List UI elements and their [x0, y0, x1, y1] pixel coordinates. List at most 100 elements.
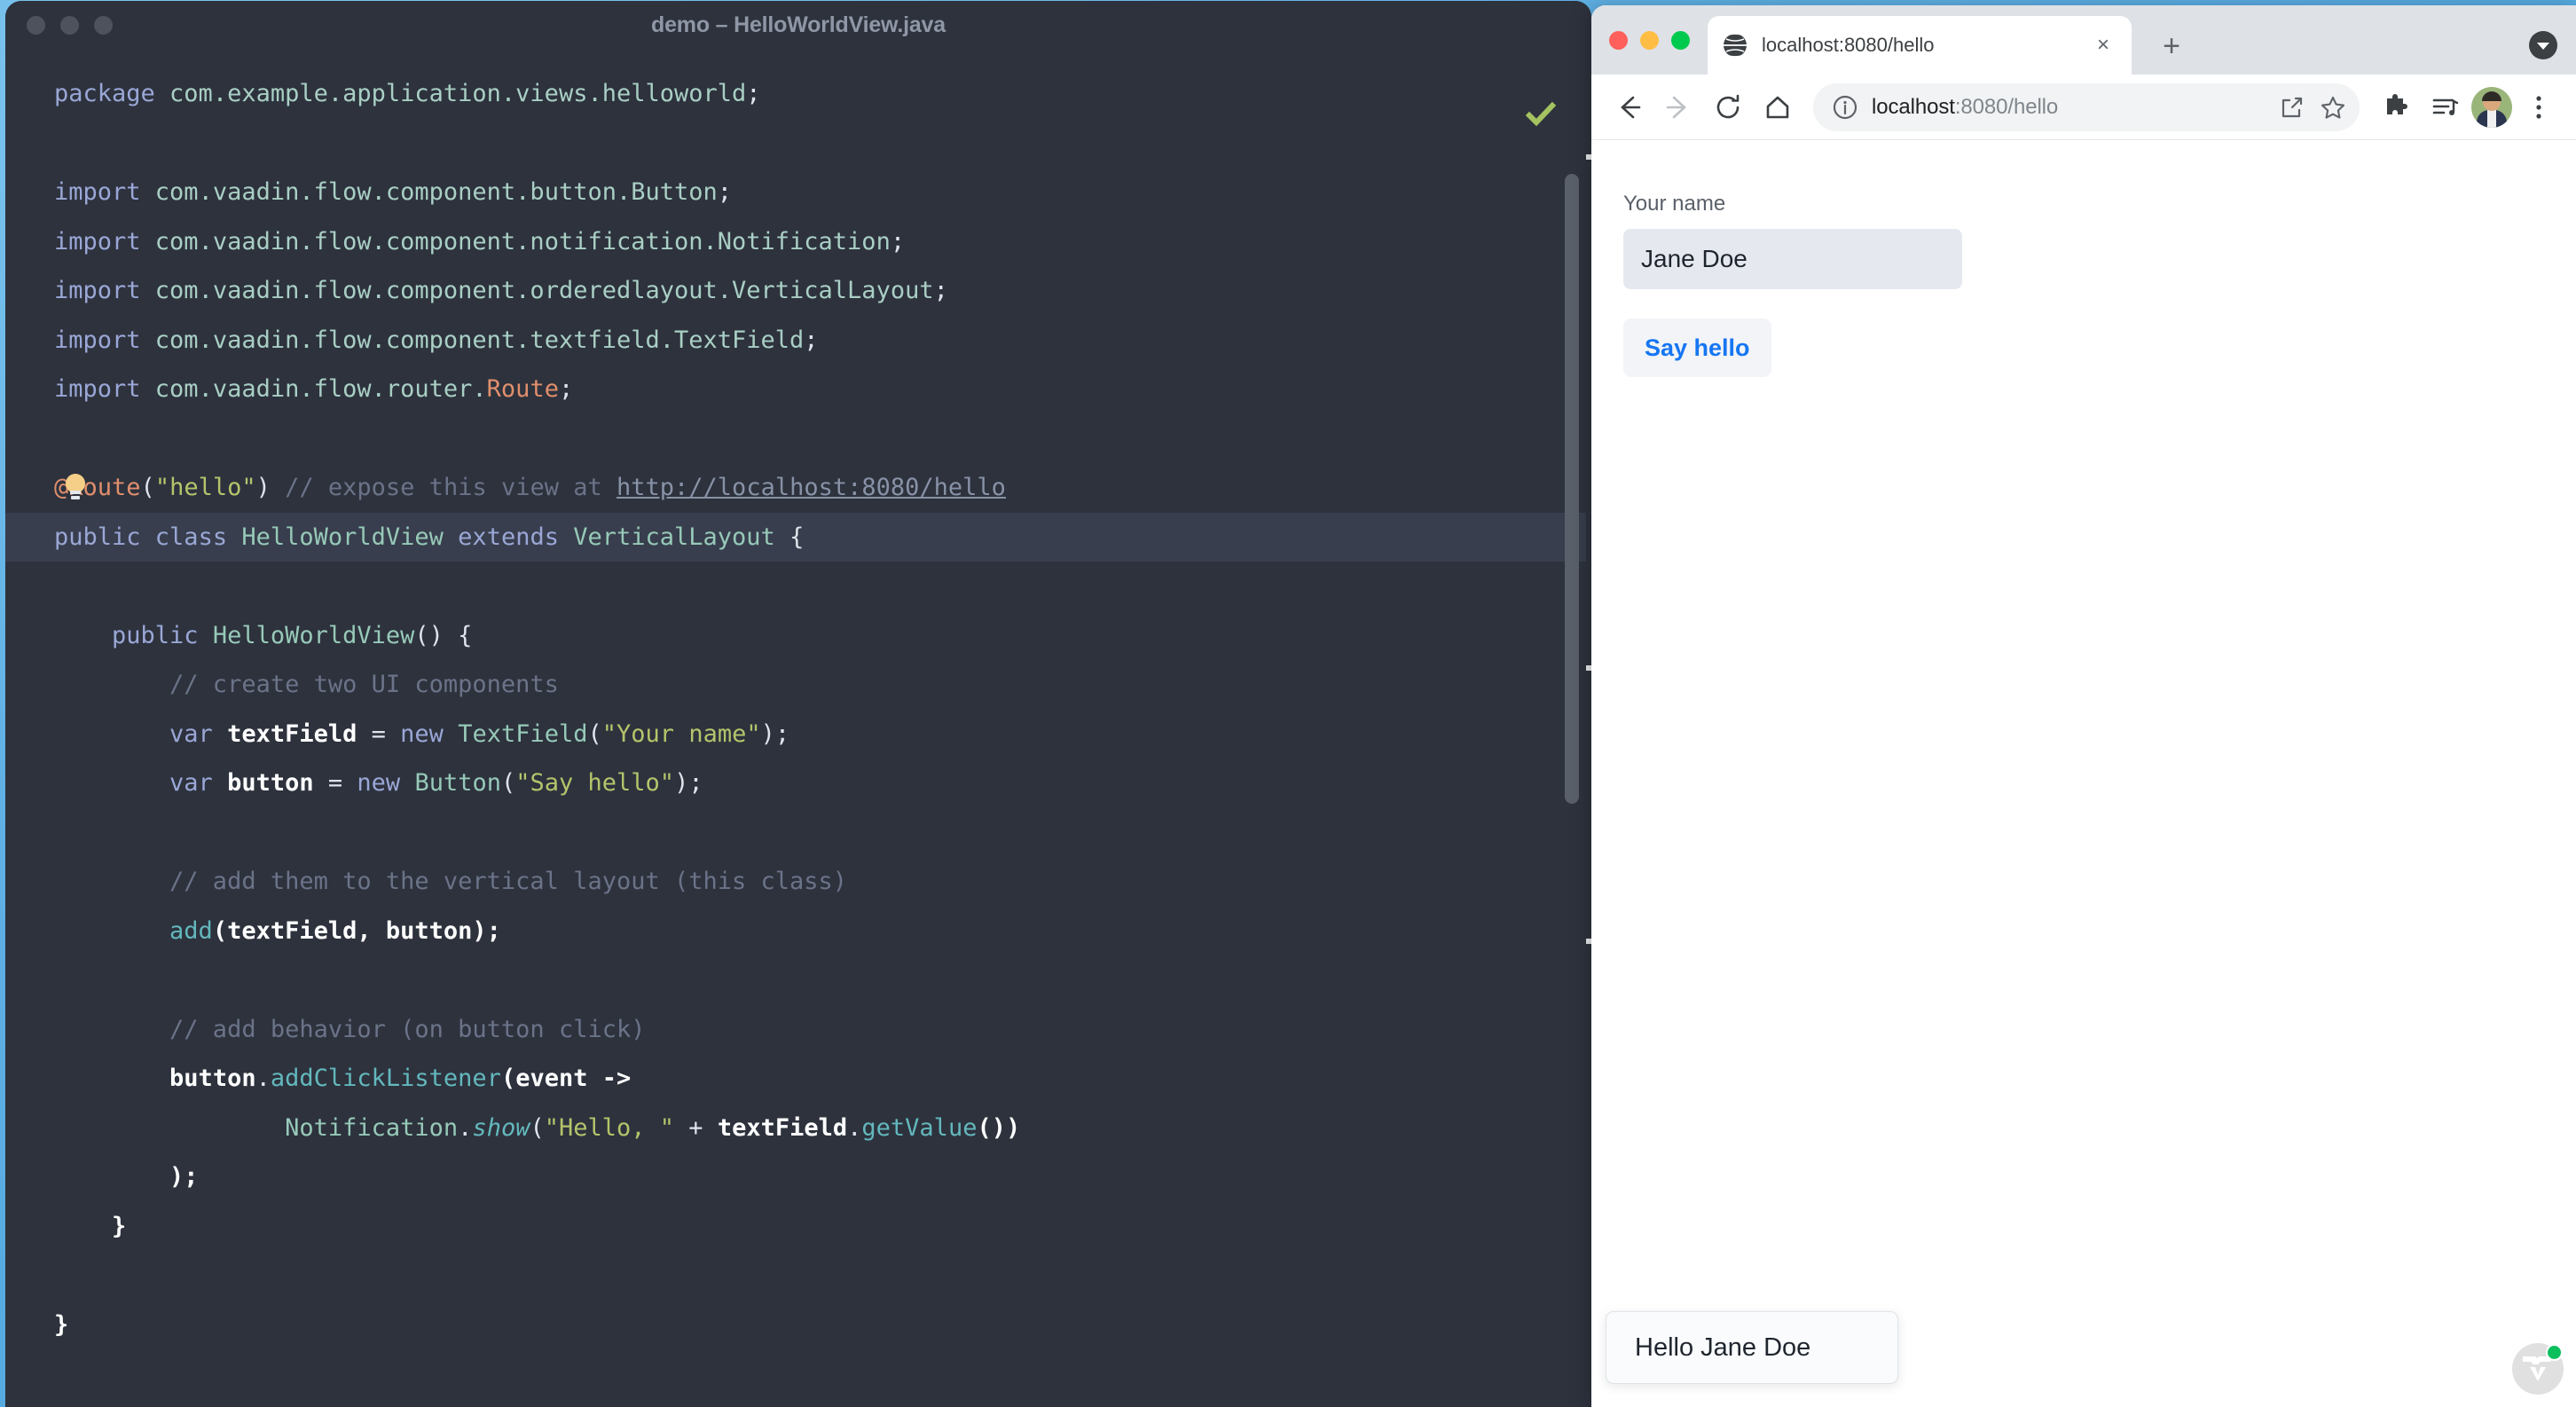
user-avatar[interactable]	[2471, 86, 2512, 128]
code-line[interactable]: button.addClickListener(event ->	[5, 1054, 1591, 1104]
code-line[interactable]: import com.vaadin.flow.component.ordered…	[5, 266, 1591, 316]
browser-tabstrip: localhost:8080/hello × +	[1591, 5, 2576, 75]
code-line[interactable]	[5, 562, 1591, 611]
code-line[interactable]: var button = new Button("Say hello");	[5, 759, 1591, 808]
code-token: )	[255, 474, 271, 501]
three-dot-menu-icon[interactable]	[2516, 84, 2562, 130]
chevron-down-circle-icon[interactable]	[2526, 28, 2560, 62]
code-content[interactable]: package com.example.application.views.he…	[5, 50, 1591, 1349]
code-token: public	[54, 621, 213, 649]
code-line[interactable]: // add behavior (on button click)	[5, 1005, 1591, 1055]
star-icon[interactable]	[2319, 93, 2347, 122]
code-line[interactable]	[5, 1251, 1591, 1301]
code-line[interactable]	[5, 955, 1591, 1005]
code-line[interactable]: package com.example.application.views.he…	[5, 69, 1591, 119]
info-circle-icon[interactable]	[1831, 93, 1859, 122]
code-token: VerticalLayout	[573, 523, 775, 551]
code-line[interactable]: // create two UI components	[5, 660, 1591, 710]
name-input[interactable]: Jane Doe	[1623, 229, 1962, 289]
browser-tab[interactable]: localhost:8080/hello ×	[1708, 16, 2132, 75]
globe-icon	[1716, 32, 1754, 59]
code-token: textField	[717, 1113, 848, 1142]
url-path: :8080/hello	[1954, 94, 2059, 119]
code-line[interactable]: add(textField, button);	[5, 907, 1591, 956]
browser-window-controls[interactable]	[1609, 31, 1690, 50]
ide-maximize-button[interactable]	[94, 16, 113, 35]
code-token: new	[357, 769, 415, 797]
close-icon[interactable]: ×	[2089, 31, 2117, 59]
home-icon[interactable]	[1755, 84, 1801, 130]
code-token: (	[140, 474, 155, 501]
ide-close-button[interactable]	[27, 16, 45, 35]
share-icon[interactable]	[2278, 93, 2306, 122]
code-line[interactable]: );	[5, 1152, 1591, 1202]
code-line[interactable]: import com.vaadin.flow.component.notific…	[5, 217, 1591, 267]
code-line[interactable]: import com.vaadin.flow.component.textfie…	[5, 316, 1591, 366]
code-token: (textField, button);	[212, 916, 501, 945]
vaadin-devtools-badge[interactable]	[2512, 1343, 2564, 1395]
code-token: {	[774, 523, 805, 551]
code-line[interactable]: import com.vaadin.flow.component.button.…	[5, 168, 1591, 217]
address-bar[interactable]: localhost:8080/hello	[1813, 83, 2360, 131]
code-token: }	[54, 1212, 127, 1240]
ide-minimize-button[interactable]	[60, 16, 79, 35]
code-token: getValue	[861, 1113, 978, 1142]
code-token: );	[674, 769, 703, 797]
code-line[interactable]: @Route("hello") // expose this view at h…	[5, 463, 1591, 513]
code-line[interactable]: var textField = new TextField("Your name…	[5, 710, 1591, 759]
new-tab-button[interactable]: +	[2152, 27, 2191, 66]
puzzle-icon[interactable]	[2372, 84, 2418, 130]
code-token: HelloWorldView	[212, 621, 415, 649]
code-token: ;	[890, 227, 906, 255]
say-hello-button[interactable]: Say hello	[1623, 318, 1771, 377]
code-token: import	[54, 227, 155, 255]
notification-toast[interactable]: Hello Jane Doe	[1606, 1311, 1898, 1384]
code-token: textField	[227, 719, 357, 748]
code-line[interactable]: import com.vaadin.flow.router.Route;	[5, 365, 1591, 414]
browser-maximize-button[interactable]	[1671, 31, 1690, 50]
code-token: (	[530, 1113, 545, 1142]
code-token: ;	[804, 326, 819, 354]
code-line[interactable]: Notification.show("Hello, " + textField.…	[5, 1104, 1591, 1153]
reload-icon[interactable]	[1705, 84, 1751, 130]
status-dot	[2546, 1344, 2563, 1361]
code-line[interactable]: // add them to the vertical layout (this…	[5, 857, 1591, 907]
code-line[interactable]: }	[5, 1301, 1591, 1350]
ide-window-controls[interactable]	[27, 16, 113, 35]
arrow-left-icon[interactable]	[1606, 84, 1652, 130]
code-token: =	[357, 719, 401, 748]
code-token: Button	[414, 769, 501, 797]
lightbulb-icon[interactable]	[62, 474, 89, 504]
code-line[interactable]: public class HelloWorldView extends Vert…	[5, 512, 1591, 562]
code-token: com.example.application.views.helloworld	[169, 80, 747, 107]
screen-root: demo – HelloWorldView.java package com.e…	[0, 0, 2576, 1407]
code-line[interactable]: }	[5, 1202, 1591, 1252]
code-line[interactable]: public HelloWorldView() {	[5, 611, 1591, 661]
name-input-value: Jane Doe	[1641, 245, 1747, 272]
code-token: () {	[414, 621, 473, 649]
code-line[interactable]	[5, 119, 1591, 169]
code-token: Notification	[285, 1113, 459, 1142]
url-host: localhost	[1872, 94, 1955, 119]
arrow-right-icon[interactable]	[1655, 84, 1701, 130]
browser-toolbar: localhost:8080/hello	[1591, 75, 2576, 140]
media-list-icon[interactable]	[2422, 84, 2468, 130]
browser-minimize-button[interactable]	[1640, 31, 1659, 50]
browser-close-button[interactable]	[1609, 31, 1628, 50]
code-token: );	[760, 719, 790, 748]
code-token: +	[674, 1113, 718, 1142]
notification-message: Hello Jane Doe	[1635, 1332, 1811, 1362]
code-line[interactable]	[5, 414, 1591, 464]
code-token: // add behavior (on button click)	[54, 1015, 646, 1043]
code-token: (	[587, 719, 602, 748]
code-editor[interactable]: package com.example.application.views.he…	[5, 50, 1591, 1407]
code-token: // add them to the vertical layout (this…	[54, 868, 848, 895]
code-token: =	[313, 769, 357, 797]
browser-window: localhost:8080/hello × + localhost:8080/…	[1591, 5, 2576, 1407]
address-bar-url[interactable]: localhost:8080/hello	[1872, 95, 2266, 120]
editor-scrollbar[interactable]	[1565, 174, 1579, 804]
code-line[interactable]	[5, 808, 1591, 858]
avatar-shirt	[2487, 109, 2496, 128]
code-token: );	[54, 1163, 199, 1191]
